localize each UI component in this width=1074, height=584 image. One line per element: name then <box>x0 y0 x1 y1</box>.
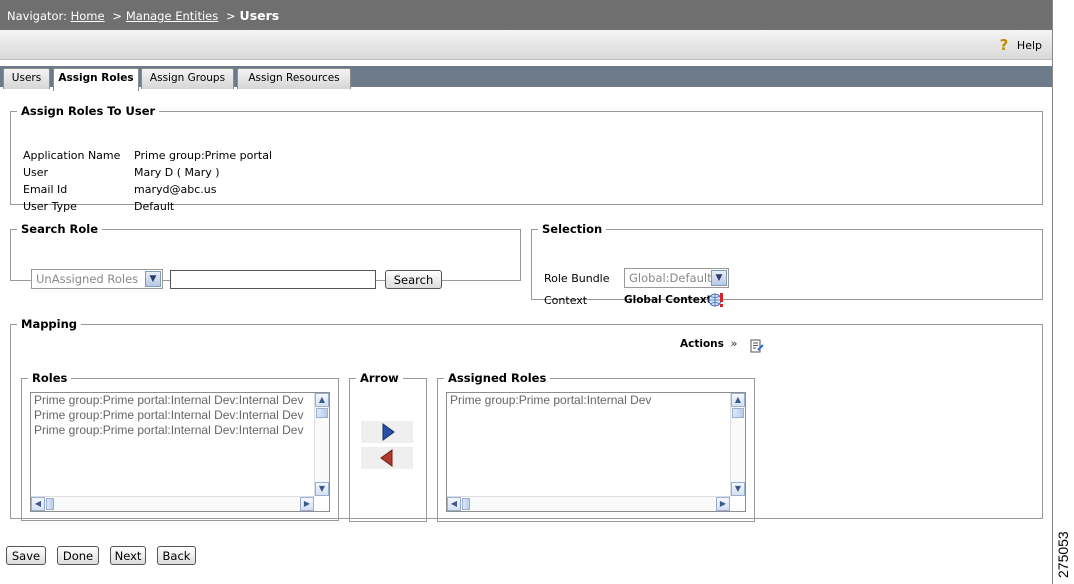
tab-assign-roles[interactable]: Assign Roles <box>53 68 139 91</box>
navigator-bar: Navigator: Home > Manage Entities > Users <box>0 0 1052 30</box>
vertical-scrollbar[interactable]: ▲ ▼ <box>730 393 745 496</box>
scroll-thumb[interactable] <box>316 408 328 418</box>
tab-assign-groups[interactable]: Assign Groups <box>141 68 234 89</box>
tab-users[interactable]: Users <box>3 68 50 89</box>
globe-context-icon[interactable] <box>708 292 724 308</box>
arrow-legend: Arrow <box>360 371 399 385</box>
mapping-legend: Mapping <box>21 317 78 331</box>
horizontal-scrollbar[interactable]: ◀ ▶ <box>31 496 314 511</box>
actions-menu[interactable]: Actions » <box>680 338 737 350</box>
arrow-right-icon <box>382 423 395 441</box>
breadcrumb-separator: > <box>225 9 236 23</box>
application-name-row: Application Name Prime group:Prime portal <box>23 149 272 162</box>
field-label: Application Name <box>23 149 121 162</box>
next-button[interactable]: Next <box>110 546 146 565</box>
arrow-group: Arrow <box>349 371 427 522</box>
arrow-left-icon <box>380 449 393 467</box>
role-bundle-label: Role Bundle <box>544 272 610 285</box>
context-value: Global Context <box>624 294 712 306</box>
role-filter-select[interactable]: UnAssigned Roles ▼ <box>31 269 163 289</box>
scroll-up-icon[interactable]: ▲ <box>315 393 329 407</box>
breadcrumb-manage-entities-link[interactable]: Manage Entities <box>126 9 218 23</box>
scroll-right-icon[interactable]: ▶ <box>716 497 730 511</box>
breadcrumb-current: Users <box>239 8 280 23</box>
move-left-button[interactable] <box>361 447 413 469</box>
move-right-button[interactable] <box>361 421 413 443</box>
assigned-roles-group: Assigned Roles Prime group:Prime portal:… <box>437 371 755 522</box>
roles-group: Roles Prime group:Prime portal:Internal … <box>21 371 339 521</box>
help-question-icon: ? <box>999 36 1009 54</box>
actions-label: Actions <box>680 338 724 350</box>
search-role-section: Search Role UnAssigned Roles ▼ Search <box>10 222 521 289</box>
list-item[interactable]: Prime group:Prime portal:Internal Dev:In… <box>31 408 329 423</box>
done-button[interactable]: Done <box>57 546 99 565</box>
save-button[interactable]: Save <box>6 546 46 565</box>
roles-listbox[interactable]: Prime group:Prime portal:Internal Dev:In… <box>30 392 330 512</box>
selection-section: Selection Role Bundle Global:Default ▼ C… <box>531 222 1043 307</box>
field-value: Prime group:Prime portal <box>134 149 272 162</box>
tab-strip: Users Assign Roles Assign Groups Assign … <box>0 66 1052 91</box>
breadcrumb-separator: > <box>112 9 122 23</box>
field-label: Email Id <box>23 183 68 196</box>
field-label: User <box>23 166 49 179</box>
scroll-right-icon[interactable]: ▶ <box>300 497 314 511</box>
selection-legend: Selection <box>542 222 603 236</box>
email-id-row: Email Id maryd@abc.us <box>23 183 216 196</box>
scroll-down-icon[interactable]: ▼ <box>731 482 745 496</box>
context-label: Context <box>544 294 588 307</box>
back-button[interactable]: Back <box>157 546 196 565</box>
tab-assign-resources[interactable]: Assign Resources <box>237 68 351 89</box>
help-label: Help <box>1016 38 1042 52</box>
figure-id: 275053 <box>1055 531 1071 578</box>
search-role-input[interactable] <box>170 270 376 289</box>
list-item[interactable]: Prime group:Prime portal:Internal Dev <box>447 393 745 408</box>
field-label: User Type <box>23 200 77 213</box>
field-value: Mary D ( Mary ) <box>134 166 220 179</box>
field-value: maryd@abc.us <box>134 183 217 196</box>
edit-list-icon[interactable] <box>750 339 764 353</box>
scroll-left-icon[interactable]: ◀ <box>31 497 45 511</box>
assigned-roles-legend: Assigned Roles <box>448 371 547 385</box>
help-bar: ? Help <box>0 30 1052 60</box>
assign-roles-to-user-section: Assign Roles To User Application Name Pri… <box>10 104 1043 213</box>
search-button[interactable]: Search <box>385 270 442 289</box>
double-chevron-right-icon: » <box>730 338 738 350</box>
scroll-thumb[interactable] <box>462 498 470 510</box>
chevron-down-icon: ▼ <box>711 270 727 286</box>
search-role-legend: Search Role <box>21 222 99 236</box>
breadcrumb-home-link[interactable]: Home <box>71 9 105 23</box>
user-type-row: User Type Default <box>23 200 174 213</box>
scroll-thumb[interactable] <box>732 408 744 418</box>
roles-legend: Roles <box>32 371 68 385</box>
assigned-roles-listbox[interactable]: Prime group:Prime portal:Internal Dev ▲ … <box>446 392 746 512</box>
scroll-left-icon[interactable]: ◀ <box>447 497 461 511</box>
field-value: Default <box>134 200 175 213</box>
vertical-scrollbar[interactable]: ▲ ▼ <box>314 393 329 496</box>
list-item[interactable]: Prime group:Prime portal:Internal Dev:In… <box>31 393 329 408</box>
navigator-prefix: Navigator: <box>7 9 67 23</box>
role-filter-value: UnAssigned Roles <box>36 272 139 286</box>
chevron-down-icon: ▼ <box>145 271 161 287</box>
scroll-thumb[interactable] <box>46 498 54 510</box>
horizontal-scrollbar[interactable]: ◀ ▶ <box>447 496 730 511</box>
mapping-section: Mapping Actions » Roles Prime group:Prim… <box>10 317 1043 522</box>
user-row: User Mary D ( Mary ) <box>23 166 220 179</box>
scroll-down-icon[interactable]: ▼ <box>315 482 329 496</box>
role-bundle-value: Global:Default <box>629 271 712 285</box>
figure-id-area: 275053 <box>1054 520 1072 580</box>
assign-roles-to-user-legend: Assign Roles To User <box>21 104 156 118</box>
scroll-up-icon[interactable]: ▲ <box>731 393 745 407</box>
help-link[interactable]: ? Help <box>997 37 1042 53</box>
role-bundle-select[interactable]: Global:Default ▼ <box>624 268 729 288</box>
list-item[interactable]: Prime group:Prime portal:Internal Dev:In… <box>31 423 329 438</box>
